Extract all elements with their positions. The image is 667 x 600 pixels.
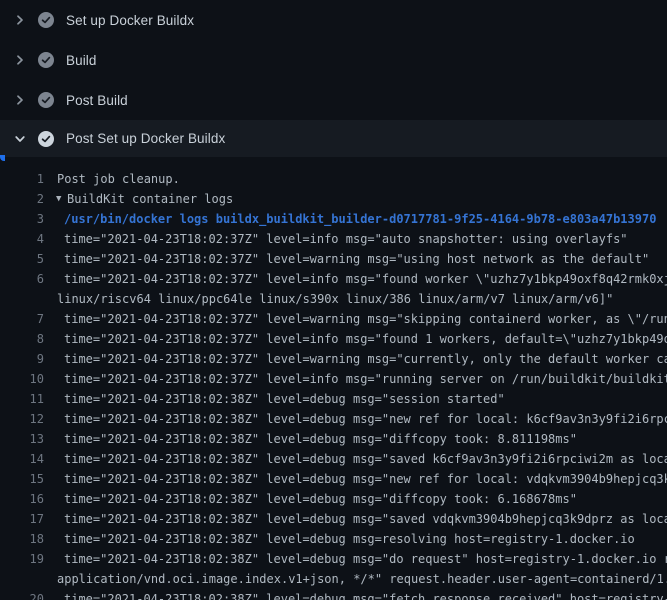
check-circle-icon [38,131,54,147]
log-line: 13 time="2021-04-23T18:02:38Z" level=debu… [0,429,667,449]
log-line: 9 time="2021-04-23T18:02:37Z" level=warni… [0,349,667,369]
chevron-down-icon [12,131,28,147]
log-line: linux/riscv64 linux/ppc64le linux/s390x … [0,289,667,309]
log-line-number[interactable]: 4 [0,229,44,249]
step-label: Post Build [66,93,128,108]
log-line-number[interactable]: 6 [0,269,44,289]
log-line-text: time="2021-04-23T18:02:37Z" level=warnin… [64,249,649,269]
log-line-number[interactable]: 13 [0,429,44,449]
log-line: 5 time="2021-04-23T18:02:37Z" level=warni… [0,249,667,269]
log-line-text: Post job cleanup. [57,169,180,189]
log-command-text: /usr/bin/docker logs buildx_buildkit_bui… [64,209,656,229]
log-line-text: application/vnd.oci.image.index.v1+json,… [57,569,667,589]
log-line: application/vnd.oci.image.index.v1+json,… [0,569,667,589]
triangle-down-icon[interactable]: ▼ [56,189,67,209]
log-line-number[interactable]: 12 [0,409,44,429]
log-line: 8 time="2021-04-23T18:02:37Z" level=info … [0,329,667,349]
log-line-text: time="2021-04-23T18:02:38Z" level=debug … [64,469,667,489]
log-line: 14 time="2021-04-23T18:02:38Z" level=debu… [0,449,667,469]
step-row-set-up-docker-buildx[interactable]: Set up Docker Buildx [0,0,667,40]
step-row-post-build[interactable]: Post Build [0,80,667,120]
log-line-number[interactable]: 9 [0,349,44,369]
log-line: 19 time="2021-04-23T18:02:38Z" level=debu… [0,549,667,569]
step-label: Post Set up Docker Buildx [66,131,225,146]
log-line-number[interactable]: 5 [0,249,44,269]
log-line-number [0,569,44,589]
step-row-post-set-up-docker-buildx[interactable]: Post Set up Docker Buildx [0,120,667,157]
log-line-text: time="2021-04-23T18:02:37Z" level=warnin… [64,349,667,369]
check-circle-icon [38,52,54,68]
chevron-right-icon [12,52,28,68]
log-line-text: time="2021-04-23T18:02:38Z" level=debug … [64,589,667,600]
log-line-text: time="2021-04-23T18:02:38Z" level=debug … [64,549,667,569]
check-circle-icon [38,12,54,28]
log-line-text: time="2021-04-23T18:02:38Z" level=debug … [64,449,667,469]
log-line-text: time="2021-04-23T18:02:37Z" level=info m… [64,369,667,389]
step-row-build[interactable]: Build [0,40,667,80]
log-line: 4 time="2021-04-23T18:02:37Z" level=info … [0,229,667,249]
log-line-text: time="2021-04-23T18:02:37Z" level=info m… [64,329,667,349]
log-line-text: time="2021-04-23T18:02:38Z" level=debug … [64,509,667,529]
step-label: Build [66,53,97,68]
log-line: 15 time="2021-04-23T18:02:38Z" level=debu… [0,469,667,489]
chevron-right-icon [12,92,28,108]
log-line: 3/usr/bin/docker logs buildx_buildkit_bu… [0,209,667,229]
log-line-text: time="2021-04-23T18:02:38Z" level=debug … [64,429,577,449]
log-line: 7 time="2021-04-23T18:02:37Z" level=warni… [0,309,667,329]
log-line-number [0,289,44,309]
log-line-text: time="2021-04-23T18:02:37Z" level=info m… [64,269,667,289]
workflow-log-viewer: Set up Docker Buildx Build Post Build Po… [0,0,667,600]
log-line: 1 Post job cleanup. [0,169,667,189]
log-line-number[interactable]: 1 [0,169,44,189]
log-line-number[interactable]: 17 [0,509,44,529]
log-line-number[interactable]: 15 [0,469,44,489]
log-line-number[interactable]: 19 [0,549,44,569]
log-line: 6 time="2021-04-23T18:02:37Z" level=info … [0,269,667,289]
log-line-text: time="2021-04-23T18:02:38Z" level=debug … [64,389,505,409]
log-line: 12 time="2021-04-23T18:02:38Z" level=debu… [0,409,667,429]
log-line: 16 time="2021-04-23T18:02:38Z" level=debu… [0,489,667,509]
log-line-number[interactable]: 20 [0,589,44,600]
check-circle-icon [38,92,54,108]
log-output: 1 Post job cleanup. 2 ▼BuildKit container l… [0,157,667,600]
log-line-number[interactable]: 7 [0,309,44,329]
log-group-toggle[interactable]: 2 ▼BuildKit container logs [0,189,667,209]
log-line-number[interactable]: 3 [0,209,44,229]
log-line-number[interactable]: 18 [0,529,44,549]
log-line-number[interactable]: 16 [0,489,44,509]
log-line-number[interactable]: 14 [0,449,44,469]
log-line: 17 time="2021-04-23T18:02:38Z" level=debu… [0,509,667,529]
step-label: Set up Docker Buildx [66,13,194,28]
log-line-text: time="2021-04-23T18:02:37Z" level=warnin… [64,309,667,329]
log-line-number[interactable]: 10 [0,369,44,389]
log-line-text: linux/riscv64 linux/ppc64le linux/s390x … [57,289,613,309]
focus-corner-accent [0,155,5,161]
log-line-number[interactable]: 2 [0,189,44,209]
chevron-right-icon [12,12,28,28]
log-line: 11 time="2021-04-23T18:02:38Z" level=debu… [0,389,667,409]
log-line-number[interactable]: 8 [0,329,44,349]
log-line: 20 time="2021-04-23T18:02:38Z" level=debu… [0,589,667,600]
log-line-text: time="2021-04-23T18:02:38Z" level=debug … [64,489,577,509]
log-line-text: BuildKit container logs [67,189,233,209]
log-line-text: time="2021-04-23T18:02:38Z" level=debug … [64,409,667,429]
log-line-text: time="2021-04-23T18:02:37Z" level=info m… [64,229,628,249]
log-line-number[interactable]: 11 [0,389,44,409]
log-line: 18 time="2021-04-23T18:02:38Z" level=debu… [0,529,667,549]
log-line: 10 time="2021-04-23T18:02:37Z" level=info… [0,369,667,389]
log-line-text: time="2021-04-23T18:02:38Z" level=debug … [64,529,635,549]
